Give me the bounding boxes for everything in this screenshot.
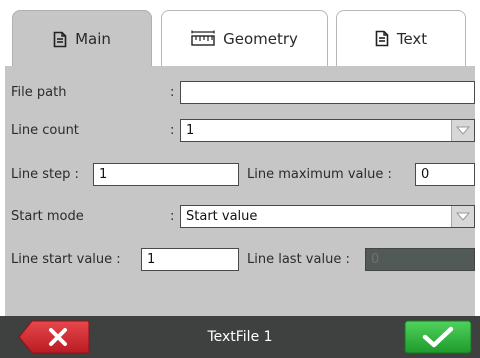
start-mode-label: Start mode xyxy=(11,209,84,224)
line-count-label: Line count xyxy=(11,123,79,138)
line-count-select[interactable]: 1 xyxy=(180,119,475,142)
line-start-field[interactable]: 1 xyxy=(141,248,239,271)
line-step-label: Line step : xyxy=(11,167,79,182)
tab-text[interactable]: Text xyxy=(336,10,466,66)
footer-bar: TextFile 1 xyxy=(0,316,480,358)
start-mode-value: Start value xyxy=(186,209,258,224)
line-last-field: 0 xyxy=(365,248,475,271)
start-mode-colon: : xyxy=(170,209,175,224)
line-last-label: Line last value : xyxy=(247,252,350,267)
tab-geometry[interactable]: Geometry xyxy=(161,10,328,66)
tab-geometry-label: Geometry xyxy=(223,29,298,48)
document-icon xyxy=(53,31,67,48)
main-panel: File path : Line count : 1 Line step : 1… xyxy=(5,66,475,316)
start-mode-select[interactable]: Start value xyxy=(180,205,475,228)
chevron-down-icon[interactable] xyxy=(451,206,474,227)
tab-bar: Main Geometry Text xyxy=(0,0,480,67)
line-max-label: Line maximum value : xyxy=(247,167,392,182)
file-path-field[interactable] xyxy=(180,81,475,104)
ok-button[interactable] xyxy=(404,320,472,354)
tab-main-label: Main xyxy=(75,30,111,48)
line-start-label: Line start value : xyxy=(11,252,121,267)
chevron-down-icon[interactable] xyxy=(451,120,474,141)
line-count-colon: : xyxy=(170,123,175,138)
file-path-label: File path xyxy=(11,85,67,100)
document-icon xyxy=(375,30,389,47)
cancel-button[interactable] xyxy=(18,320,90,354)
line-step-field[interactable]: 1 xyxy=(93,163,239,186)
tab-main[interactable]: Main xyxy=(12,10,152,67)
line-count-value: 1 xyxy=(186,123,195,138)
tab-text-label: Text xyxy=(396,29,428,48)
file-path-colon: : xyxy=(170,85,175,100)
line-max-field[interactable]: 0 xyxy=(415,163,475,186)
ruler-icon xyxy=(191,30,215,47)
